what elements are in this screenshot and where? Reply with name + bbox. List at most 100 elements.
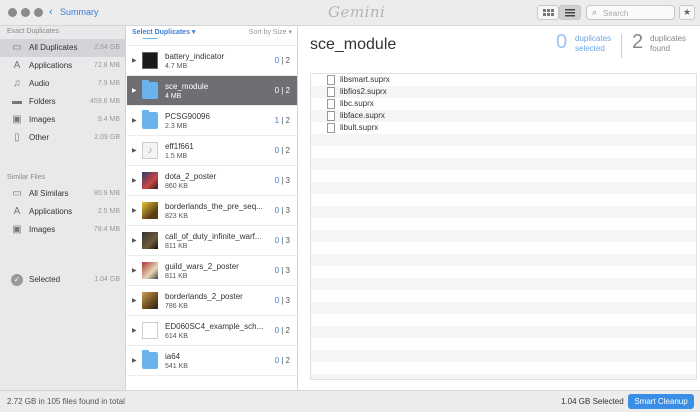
disclosure-triangle-icon[interactable]: ▶ xyxy=(132,87,137,94)
disclosure-triangle-icon[interactable]: ▶ xyxy=(132,327,137,334)
favorite-star-button[interactable]: ★ xyxy=(679,5,695,20)
sidebar-item-applications[interactable]: A Applications 72.8 MB xyxy=(0,57,126,75)
total-count: 3 xyxy=(285,206,290,215)
sidebar-item-label: Audio xyxy=(29,79,50,88)
sidebar-item-size: 7.9 MB xyxy=(97,80,120,87)
sidebar-item-other[interactable]: ▯ Other 2.09 GB xyxy=(0,129,126,147)
empty-row xyxy=(311,278,696,290)
close-window-button[interactable] xyxy=(8,8,17,17)
list-item[interactable]: ▶ guild_wars_2_poster 811 KB 0 | 3 xyxy=(127,256,297,286)
file-name: dota_2_poster xyxy=(165,172,217,181)
sort-by-size-dropdown[interactable]: Sort by Size ▾ xyxy=(249,28,292,36)
file-name: ia64 xyxy=(165,352,181,361)
file-row[interactable]: libsmart.suprx xyxy=(311,74,696,86)
gemini-logo: Gemini xyxy=(328,3,386,21)
select-duplicates-dropdown[interactable]: Select Duplicates ▾ xyxy=(132,28,195,36)
total-count: 3 xyxy=(285,236,290,245)
file-row[interactable]: libfios2.suprx xyxy=(311,86,696,98)
file-size: 811 KB xyxy=(165,273,188,280)
list-item[interactable]: ▶ sce_module 4 MB 0 | 2 xyxy=(127,76,297,106)
file-name: PCSG90096 xyxy=(165,112,210,121)
list-view-icon xyxy=(565,9,575,17)
file-icon xyxy=(327,123,335,133)
empty-row xyxy=(311,326,696,338)
empty-row xyxy=(311,302,696,314)
disclosure-triangle-icon[interactable]: ▶ xyxy=(132,267,137,274)
file-thumbnail: ♪ xyxy=(142,142,158,159)
sidebar-item-all-similars[interactable]: ▭ All Similars 80.9 MB xyxy=(0,185,126,203)
detail-pane: sce_module 0 duplicates selected 2 dupli… xyxy=(299,26,700,390)
grid-view-button[interactable] xyxy=(537,5,559,20)
total-count: 2 xyxy=(285,356,290,365)
selected-count: 0 xyxy=(274,86,280,95)
sidebar-item-label: Folders xyxy=(29,97,56,106)
empty-row xyxy=(311,314,696,326)
sidebar-item-size: 2.5 MB xyxy=(97,208,120,215)
sidebar-item-all-duplicates[interactable]: ▭ All Duplicates 2.64 GB xyxy=(0,39,126,57)
sidebar: Exact Duplicates ▭ All Duplicates 2.64 G… xyxy=(0,26,126,390)
file-thumbnail xyxy=(142,52,158,69)
sidebar-item-size: 2.64 GB xyxy=(94,44,120,51)
applications-icon: A xyxy=(13,206,21,217)
minimize-window-button[interactable] xyxy=(21,8,30,17)
disclosure-triangle-icon[interactable]: ▶ xyxy=(132,57,137,64)
list-item[interactable]: ▶ battery_indicator 4.7 MB 0 | 2 xyxy=(127,46,297,76)
search-field[interactable]: ⌕ Search xyxy=(586,5,675,20)
disclosure-triangle-icon[interactable]: ▶ xyxy=(132,147,137,154)
empty-row xyxy=(311,218,696,230)
back-chevron-icon[interactable]: ‹ xyxy=(49,6,53,18)
list-item[interactable]: ▶ borderlands_the_pre_seq... 823 KB 0 | 3 xyxy=(127,196,297,226)
disclosure-triangle-icon[interactable]: ▶ xyxy=(132,207,137,214)
duplicate-count: 0 | 2 xyxy=(274,326,290,335)
check-icon: ✓ xyxy=(11,274,23,286)
list-item[interactable]: ▶ ED060SC4_example_sch... 614 KB 0 | 2 xyxy=(127,316,297,346)
zoom-window-button[interactable] xyxy=(34,8,43,17)
empty-row xyxy=(311,182,696,194)
file-size: 786 KB xyxy=(165,303,188,310)
sidebar-item-audio[interactable]: ♫ Audio 7.9 MB xyxy=(0,75,126,93)
file-name: sce_module xyxy=(165,82,209,91)
image-icon: ▣ xyxy=(12,224,22,235)
search-placeholder: Search xyxy=(603,9,629,18)
list-view-button[interactable] xyxy=(559,5,581,20)
sidebar-item-folders[interactable]: ▬ Folders 459.6 MB xyxy=(0,93,126,111)
list-item[interactable]: ▶ ♪ eff1f661 1.5 MB 0 | 2 xyxy=(127,136,297,166)
smart-cleanup-button[interactable]: Smart Cleanup xyxy=(628,394,694,409)
search-icon: ⌕ xyxy=(592,7,598,17)
disclosure-triangle-icon[interactable]: ▶ xyxy=(132,297,137,304)
sidebar-item-similar-applications[interactable]: A Applications 2.5 MB xyxy=(0,203,126,221)
duplicate-count: 0 | 3 xyxy=(274,206,290,215)
file-row[interactable]: libface.suprx xyxy=(311,110,696,122)
disclosure-triangle-icon[interactable]: ▶ xyxy=(132,177,137,184)
disclosure-triangle-icon[interactable]: ▶ xyxy=(132,357,137,364)
file-thumbnail xyxy=(142,110,158,129)
empty-row xyxy=(311,350,696,362)
file-size: 541 KB xyxy=(165,363,188,370)
duplicates-found-label: duplicates found xyxy=(650,34,687,53)
list-item[interactable]: ▶ call_of_duty_infinite_warf... 811 KB 0 | … xyxy=(127,226,297,256)
selected-count: 0 xyxy=(274,266,280,275)
sidebar-item-images[interactable]: ▣ Images 9.4 MB xyxy=(0,111,126,129)
file-row[interactable]: libult.suprx xyxy=(311,122,696,134)
sidebar-item-selected[interactable]: ✓ Selected 1.04 GB xyxy=(0,271,126,289)
sidebar-item-similar-images[interactable]: ▣ Images 78.4 MB xyxy=(0,221,126,239)
sidebar-item-label: Selected xyxy=(29,275,61,284)
file-size: 811 KB xyxy=(165,243,188,250)
list-item[interactable]: ▶ PCSG90096 2.3 MB 1 | 2 xyxy=(127,106,297,136)
list-item[interactable]: ▶ dota_2_poster 860 KB 0 | 3 xyxy=(127,166,297,196)
selected-count: 0 xyxy=(274,326,280,335)
sidebar-item-label: Other xyxy=(29,133,50,142)
summary-breadcrumb-link[interactable]: Summary xyxy=(60,7,99,17)
sidebar-item-label: All Similars xyxy=(29,189,69,198)
disclosure-triangle-icon[interactable]: ▶ xyxy=(132,117,137,124)
list-item[interactable]: ▶ borderlands_2_poster 786 KB 0 | 3 xyxy=(127,286,297,316)
list-item[interactable]: ▶ ia64 541 KB 0 | 2 xyxy=(127,346,297,376)
file-row[interactable]: libc.suprx xyxy=(311,98,696,110)
file-icon xyxy=(327,87,335,97)
empty-row xyxy=(311,134,696,146)
empty-row xyxy=(311,230,696,242)
total-count: 2 xyxy=(285,326,290,335)
disclosure-triangle-icon[interactable]: ▶ xyxy=(132,237,137,244)
file-size: 1.5 MB xyxy=(165,153,188,160)
empty-row xyxy=(311,206,696,218)
